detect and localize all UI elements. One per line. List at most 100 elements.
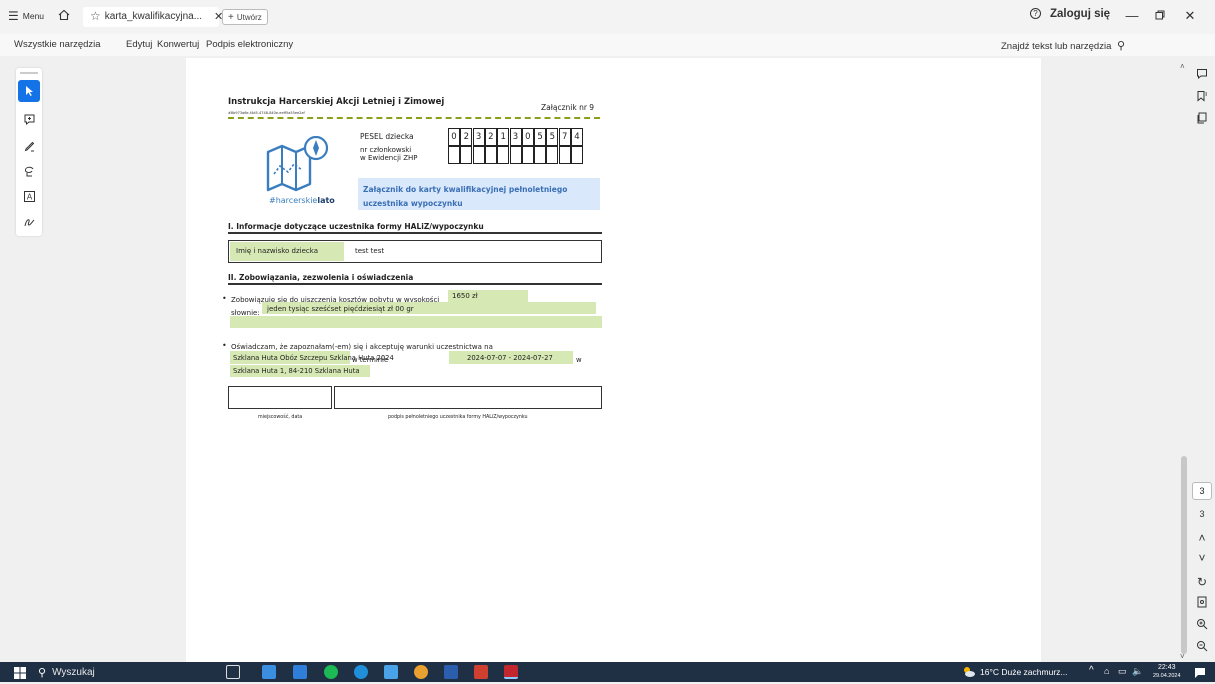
acrobat-icon[interactable]: [504, 665, 518, 679]
menu-e-signature[interactable]: Podpis elektroniczny: [206, 39, 293, 50]
member-digit-cell[interactable]: [534, 146, 547, 164]
restore-icon[interactable]: [1151, 7, 1169, 25]
document-tab-content[interactable]: ☆ karta_kwalifikacyjna... ✕: [90, 9, 223, 23]
plus-icon: +: [228, 11, 234, 23]
member-digit-cell[interactable]: [521, 146, 534, 164]
minimize-icon[interactable]: —: [1123, 7, 1141, 25]
w-label: w: [576, 356, 582, 364]
pesel-digit-cell[interactable]: 5: [534, 128, 547, 146]
pesel-digit-cell[interactable]: 2: [484, 128, 497, 146]
member-digit-cell[interactable]: [558, 146, 571, 164]
menu-convert[interactable]: Konwertuj: [157, 39, 199, 50]
page-up-icon[interactable]: ˄: [1194, 530, 1210, 546]
pesel-field[interactable]: 02321305574: [448, 128, 584, 146]
comment-panel-icon[interactable]: [1194, 68, 1210, 84]
rotate-icon[interactable]: ↻: [1194, 574, 1210, 590]
pesel-digit-cell[interactable]: 0: [448, 128, 460, 146]
login-button[interactable]: Zaloguj się: [1050, 8, 1110, 20]
draw-pen-icon[interactable]: [18, 134, 40, 156]
display-icon[interactable]: ▭: [1118, 666, 1127, 677]
member-digit-cell[interactable]: [497, 146, 510, 164]
page-number-input[interactable]: 3: [1192, 482, 1212, 500]
pesel-digit-cell[interactable]: 5: [546, 128, 559, 146]
notifications-icon[interactable]: [1194, 666, 1206, 684]
menu-button[interactable]: ☰ Menu: [8, 9, 44, 23]
new-tab-button[interactable]: + Utwórz: [222, 9, 268, 25]
select-cursor-icon[interactable]: [18, 80, 40, 102]
volume-icon[interactable]: 🔈: [1132, 666, 1143, 677]
page-down-icon[interactable]: ˅: [1194, 550, 1210, 566]
star-icon[interactable]: ☆: [90, 9, 101, 23]
clock-time: 22:43: [1158, 664, 1176, 671]
tray-chevron-icon[interactable]: ^: [1089, 665, 1094, 676]
zoom-in-icon[interactable]: [1194, 618, 1210, 634]
spotify-icon[interactable]: [324, 665, 338, 679]
checkmark-app-icon[interactable]: [384, 665, 398, 679]
signature-box[interactable]: [334, 386, 602, 409]
windows-start-icon[interactable]: [14, 666, 26, 684]
pesel-digit-cell[interactable]: 3: [509, 128, 522, 146]
find-text-button[interactable]: Znajdź tekst lub narzędzia ⚲: [1001, 39, 1125, 52]
edge-icon[interactable]: [354, 665, 368, 679]
text-box-icon[interactable]: A: [18, 185, 40, 207]
chrome-icon[interactable]: [414, 665, 428, 679]
pesel-digit-cell[interactable]: 2: [460, 128, 473, 146]
bullet: •: [222, 341, 227, 350]
sign-icon[interactable]: [18, 211, 40, 233]
member-digit-cell[interactable]: [571, 146, 583, 164]
task-view-icon[interactable]: [226, 665, 240, 679]
name-label: Imię i nazwisko dziecka: [236, 247, 318, 255]
close-window-icon[interactable]: ✕: [1181, 7, 1199, 25]
menu-all-tools[interactable]: Wszystkie narzędzia: [14, 39, 101, 50]
search-icon: ⚲: [38, 666, 47, 679]
scroll-down-icon[interactable]: ˅: [1180, 652, 1185, 661]
tab-title: karta_kwalifikacyjna...: [104, 10, 203, 22]
cost-value: 1650 zł: [452, 292, 478, 300]
network-icon[interactable]: ⌂: [1104, 666, 1109, 676]
weather-icon[interactable]: [962, 665, 976, 679]
place-date-box[interactable]: [228, 386, 332, 409]
zoom-out-icon[interactable]: [1194, 640, 1210, 656]
member-digit-cell[interactable]: [546, 146, 559, 164]
logo-hashtag: #harcerskielato: [269, 196, 335, 205]
search-icon: ⚲: [1117, 40, 1126, 52]
document-header-title: Instrukcja Harcerskiej Akcji Letniej i Z…: [228, 97, 445, 107]
weather-text: 16°C Duże zachmurz...: [980, 667, 1068, 677]
member-digit-cell[interactable]: [448, 146, 460, 164]
page-total: 3: [1199, 509, 1205, 519]
pesel-digit-cell[interactable]: 3: [472, 128, 485, 146]
word-icon[interactable]: [444, 665, 458, 679]
member-number-label: nr członkowski w Ewidencji ZHP: [360, 146, 417, 162]
menu-edit[interactable]: Edytuj: [126, 39, 152, 50]
app-red-icon[interactable]: [474, 665, 488, 679]
fit-page-icon[interactable]: [1194, 596, 1210, 612]
pesel-digit-cell[interactable]: 0: [521, 128, 534, 146]
lasso-icon[interactable]: [18, 160, 40, 182]
member-digit-cell[interactable]: [460, 146, 473, 164]
home-icon[interactable]: [58, 9, 70, 21]
pesel-digit-cell[interactable]: 7: [558, 128, 571, 146]
menu-bar: Wszystkie narzędzia Edytuj Konwertuj Pod…: [0, 34, 1215, 85]
clock[interactable]: 22:43 29.04.2024: [1153, 663, 1181, 681]
bookmark-panel-icon[interactable]: [1194, 90, 1210, 106]
name-value-field[interactable]: test test: [355, 247, 384, 255]
file-explorer-icon[interactable]: [262, 665, 276, 679]
scrollbar-thumb[interactable]: [1181, 456, 1187, 654]
signature-label: podpis pełnoletniego uczestnika formy HA…: [388, 415, 528, 420]
scroll-up-icon[interactable]: ˄: [1180, 62, 1185, 71]
mail-app-icon[interactable]: [293, 665, 307, 679]
toolbar-grip[interactable]: [20, 72, 38, 74]
help-icon[interactable]: ?: [1030, 8, 1041, 19]
taskbar-search[interactable]: ⚲ Wyszukaj: [38, 664, 208, 680]
member-number-field[interactable]: [448, 146, 584, 164]
pesel-digit-cell[interactable]: 1: [497, 128, 510, 146]
quick-tools-toolbar: A: [16, 68, 42, 236]
words-field-line2[interactable]: [230, 316, 602, 328]
member-digit-cell[interactable]: [509, 146, 522, 164]
member-digit-cell[interactable]: [484, 146, 497, 164]
pages-panel-icon[interactable]: [1194, 112, 1210, 128]
member-digit-cell[interactable]: [472, 146, 485, 164]
comment-icon[interactable]: [18, 108, 40, 130]
section2-rule: [228, 283, 602, 285]
pesel-digit-cell[interactable]: 4: [571, 128, 583, 146]
